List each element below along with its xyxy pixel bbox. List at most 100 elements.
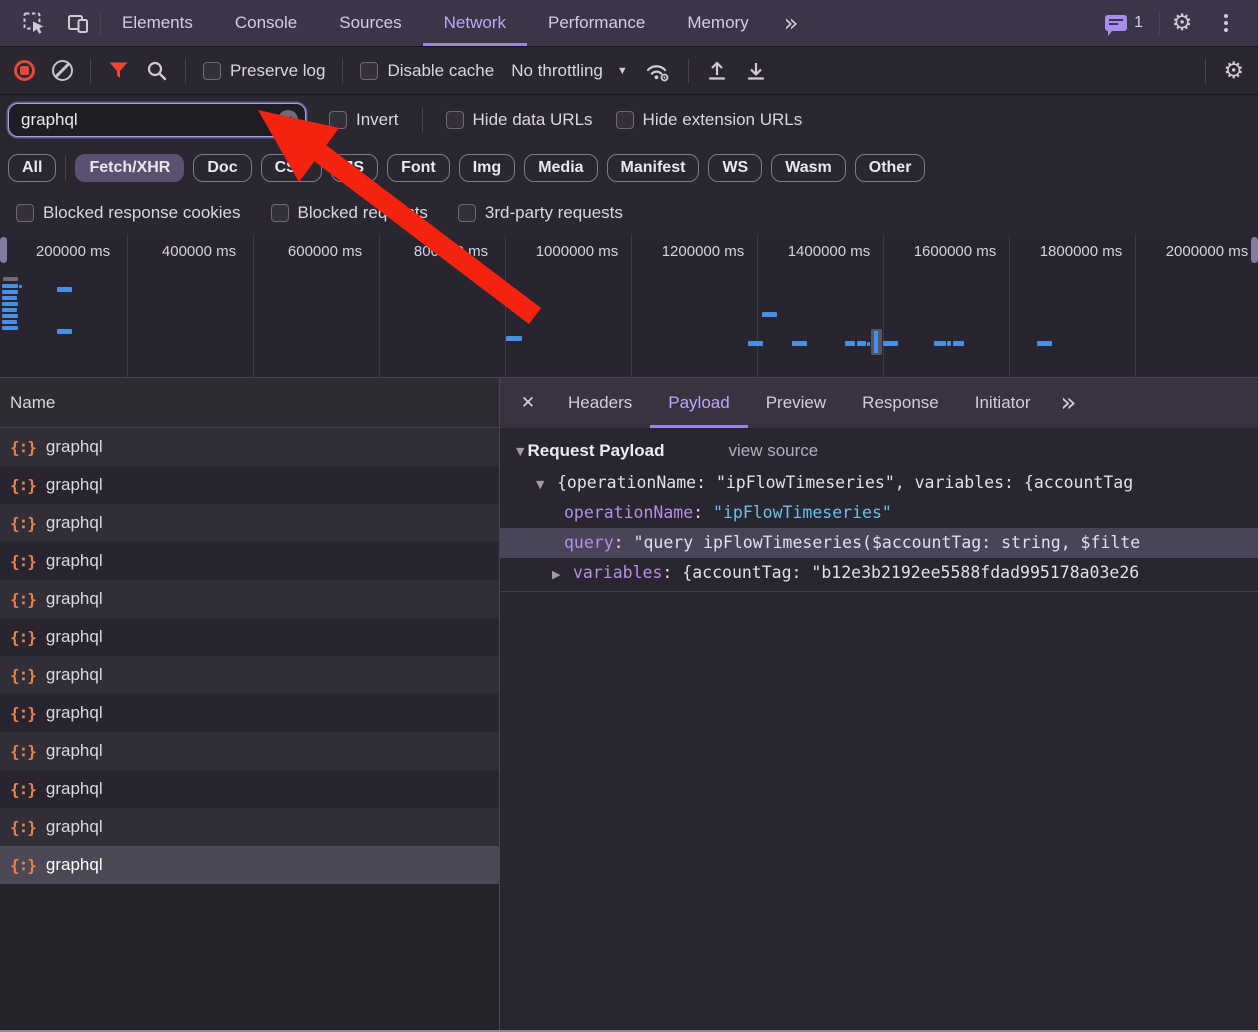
overview-tick-label: 1800000 ms	[1021, 243, 1141, 260]
blocked-requests-toggle[interactable]: Blocked requests	[271, 203, 428, 223]
request-row[interactable]: {∶}graphql	[0, 656, 499, 694]
request-row[interactable]: {∶}graphql	[0, 466, 499, 504]
hide-extension-urls-label: Hide extension URLs	[643, 110, 803, 130]
json-icon: {∶}	[10, 818, 36, 837]
network-conditions-icon[interactable]	[645, 59, 671, 83]
tab-console[interactable]: Console	[214, 0, 318, 46]
blocked-response-cookies-toggle[interactable]: Blocked response cookies	[16, 203, 241, 223]
preserve-log-toggle[interactable]: Preserve log	[203, 61, 325, 81]
clear-input-icon[interactable]: ✕	[278, 110, 298, 130]
payload-text-key: variables	[573, 563, 662, 582]
request-payload-section[interactable]: ▼ Request Payload view source	[500, 428, 1258, 468]
payload-line[interactable]: ▶variables: {accountTag: "b12e3b2192ee55…	[500, 558, 1258, 588]
toolbar-divider	[342, 59, 343, 83]
chip-ws[interactable]: WS	[708, 154, 762, 182]
tab-elements[interactable]: Elements	[101, 0, 214, 46]
disable-cache-label: Disable cache	[387, 61, 494, 81]
overview-request-bar	[883, 341, 898, 346]
chip-js[interactable]: JS	[331, 154, 379, 182]
more-detail-tabs-icon[interactable]: »	[1048, 378, 1088, 428]
toolbar-divider	[422, 108, 423, 132]
request-row[interactable]: {∶}graphql	[0, 504, 499, 542]
export-har-icon[interactable]	[745, 60, 767, 82]
request-row[interactable]: {∶}graphql	[0, 694, 499, 732]
chip-doc[interactable]: Doc	[193, 154, 251, 182]
search-icon[interactable]	[146, 60, 168, 82]
clear-network-log-icon[interactable]	[52, 60, 73, 81]
detail-tab-headers[interactable]: Headers	[550, 378, 650, 428]
more-tabs-icon[interactable]: »	[770, 0, 813, 46]
more-options-icon[interactable]	[1204, 0, 1248, 46]
blocked-response-cookies-checkbox[interactable]	[16, 204, 34, 222]
throttling-select[interactable]: No throttling ▼	[511, 61, 628, 81]
network-settings-icon[interactable]: ⚙	[1223, 58, 1244, 84]
request-row[interactable]: {∶}graphql	[0, 542, 499, 580]
payload-line[interactable]: operationName: "ipFlowTimeseries"	[500, 498, 1258, 528]
close-icon[interactable]: ✕	[506, 378, 550, 428]
chip-fetch-xhr[interactable]: Fetch/XHR	[75, 154, 184, 182]
overview-request-bar	[57, 329, 72, 334]
tree-expanded-icon[interactable]: ▼	[536, 470, 557, 498]
blocked-requests-checkbox[interactable]	[271, 204, 289, 222]
devtools-main-tabbar: ElementsConsoleSourcesNetworkPerformance…	[0, 0, 1258, 47]
filter-input[interactable]	[8, 103, 306, 137]
third-party-requests-toggle[interactable]: 3rd-party requests	[458, 203, 623, 223]
overview-left-handle[interactable]	[0, 237, 7, 263]
tab-network[interactable]: Network	[423, 0, 527, 46]
overview-tick-label: 400000 ms	[139, 243, 259, 260]
request-row[interactable]: {∶}graphql	[0, 732, 499, 770]
hide-data-urls-toggle[interactable]: Hide data URLs	[446, 110, 593, 130]
request-row[interactable]: {∶}graphql	[0, 770, 499, 808]
request-row[interactable]: {∶}graphql	[0, 580, 499, 618]
throttling-value: No throttling	[511, 61, 603, 81]
overview-request-bar	[748, 341, 763, 346]
settings-icon[interactable]: ⚙	[1160, 0, 1204, 46]
request-row[interactable]: {∶}graphql	[0, 428, 499, 466]
disable-cache-toggle[interactable]: Disable cache	[360, 61, 494, 81]
device-toolbar-icon[interactable]	[56, 0, 100, 46]
detail-tab-response[interactable]: Response	[844, 378, 957, 428]
view-source-link[interactable]: view source	[728, 441, 818, 461]
payload-line[interactable]: query: "query ipFlowTimeseries($accountT…	[500, 528, 1258, 558]
hide-extension-urls-toggle[interactable]: Hide extension URLs	[616, 110, 803, 130]
request-name: graphql	[46, 665, 103, 685]
detail-tab-initiator[interactable]: Initiator	[957, 378, 1049, 428]
network-overview-timeline[interactable]: 200000 ms400000 ms600000 ms800000 ms1000…	[0, 235, 1258, 378]
chip-wasm[interactable]: Wasm	[771, 154, 846, 182]
tree-collapsed-icon[interactable]: ▶	[552, 560, 573, 588]
detail-tab-payload[interactable]: Payload	[650, 378, 747, 428]
chip-manifest[interactable]: Manifest	[607, 154, 700, 182]
invert-checkbox[interactable]	[329, 111, 347, 129]
detail-tab-preview[interactable]: Preview	[748, 378, 844, 428]
chip-font[interactable]: Font	[387, 154, 450, 182]
json-icon: {∶}	[10, 628, 36, 647]
request-row[interactable]: {∶}graphql	[0, 808, 499, 846]
issues-counter[interactable]: 1	[1105, 0, 1159, 46]
panel-tabs: ElementsConsoleSourcesNetworkPerformance…	[101, 0, 770, 46]
disable-cache-checkbox[interactable]	[360, 62, 378, 80]
filter-icon[interactable]	[108, 61, 129, 80]
request-row[interactable]: {∶}graphql	[0, 846, 499, 884]
record-network-log-icon[interactable]	[14, 60, 35, 81]
third-party-requests-checkbox[interactable]	[458, 204, 476, 222]
invert-toggle[interactable]: Invert	[329, 110, 399, 130]
hide-data-urls-label: Hide data URLs	[473, 110, 593, 130]
name-column-header[interactable]: Name	[0, 378, 499, 428]
json-icon: {∶}	[10, 780, 36, 799]
import-har-icon[interactable]	[706, 60, 728, 82]
tab-memory[interactable]: Memory	[666, 0, 769, 46]
request-row[interactable]: {∶}graphql	[0, 618, 499, 656]
hide-extension-urls-checkbox[interactable]	[616, 111, 634, 129]
hide-data-urls-checkbox[interactable]	[446, 111, 464, 129]
section-triangle-icon: ▼	[516, 445, 524, 458]
chip-all[interactable]: All	[8, 154, 56, 182]
tab-performance[interactable]: Performance	[527, 0, 666, 46]
tab-sources[interactable]: Sources	[318, 0, 422, 46]
preserve-log-checkbox[interactable]	[203, 62, 221, 80]
payload-line[interactable]: ▼{operationName: "ipFlowTimeseries", var…	[500, 468, 1258, 498]
chip-other[interactable]: Other	[855, 154, 926, 182]
inspect-element-icon[interactable]	[12, 0, 56, 46]
chip-css[interactable]: CSS	[261, 154, 322, 182]
chip-media[interactable]: Media	[524, 154, 597, 182]
chip-img[interactable]: Img	[459, 154, 515, 182]
